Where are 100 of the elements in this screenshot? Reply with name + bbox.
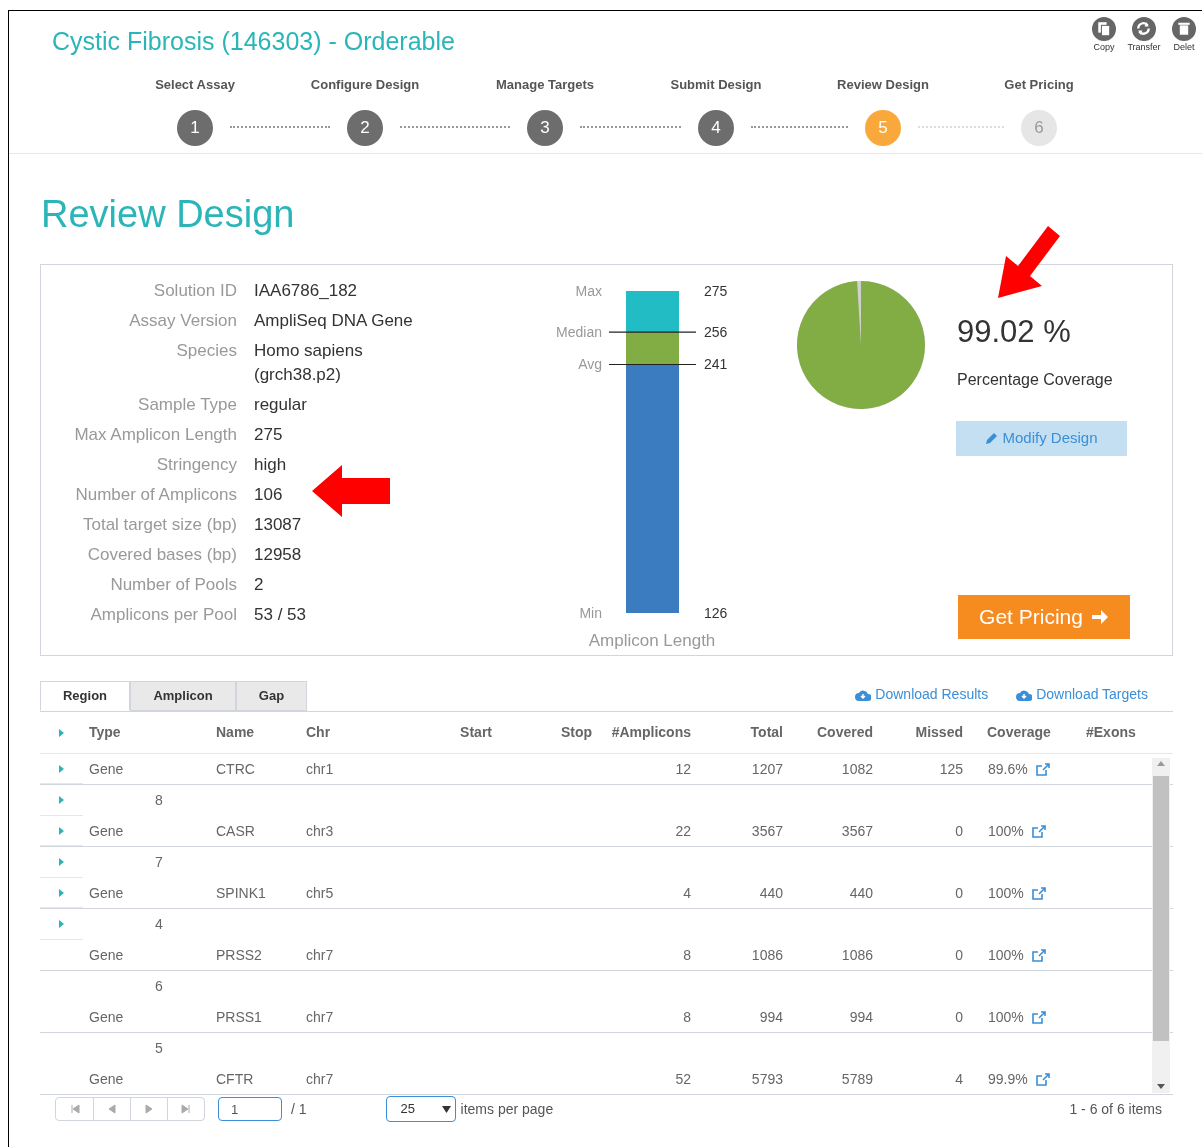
table-cell-text: chr7 [305,1007,335,1027]
expand-arrow-icon[interactable] [59,764,64,773]
page-size-dropdown[interactable]: 25 [385,1096,456,1122]
field-label: Assay Version [128,310,237,332]
external-link-icon[interactable] [1031,886,1046,900]
scrollbar[interactable] [1152,758,1170,1093]
table-cell-text: Gene [88,945,125,965]
external-link-icon[interactable] [1035,762,1050,776]
external-link-icon[interactable] [1035,1072,1050,1086]
dropdown-caret-icon [441,1105,451,1113]
expand-arrow-icon[interactable] [59,920,64,928]
field-label: Total target size (bp) [82,514,237,536]
expand-arrow-icon[interactable] [59,858,64,866]
step-label: Get Pricing [1004,76,1074,94]
pager-arrow-icon [107,1104,117,1114]
pointer-arrow-icon [998,226,1060,298]
column-header: #Exons [1085,723,1137,742]
pager-arrow-icon [144,1104,154,1114]
page-size-label: items per page [460,1099,554,1119]
table-cell-text: 1207 [750,759,784,779]
table-cell-text: CFTR [215,1069,255,1089]
field-value: AmpliSeq DNA Gene [254,310,413,332]
external-link-icon[interactable] [1031,948,1046,962]
toolbar-button[interactable]: Transfer [1126,17,1162,53]
arrow-right-icon [1090,608,1109,626]
toolbar-button[interactable]: Copy [1086,17,1122,53]
toolbar-button[interactable]: Delet [1166,17,1202,53]
column-header: #Amplicons [610,723,692,742]
table-cell-text: 1082 [840,759,874,779]
column-header: Total [749,723,784,742]
table-cell-text: SPINK1 [215,883,267,903]
table-cell-text: PRSS1 [215,1007,263,1027]
table-cell-text: 1086 [840,945,874,965]
table-cell-text: chr3 [305,821,335,841]
table-cell-text: 0 [954,1007,964,1027]
table-cell-text: 100% [988,945,1024,965]
pointer-arrow-icon [312,465,390,517]
expand-arrow-icon[interactable] [59,826,64,835]
table-cell-text: 1086 [750,945,784,965]
tab[interactable]: Gap [236,681,307,711]
table-cell-text: CASR [215,821,256,841]
table-cell-text: chr7 [305,1069,335,1089]
marker-value: 275 [704,283,728,299]
field-value: high [254,454,287,476]
page-count: / 1 [291,1099,307,1119]
table-cell-text: Gene [88,883,125,903]
external-link-icon[interactable] [1031,1010,1046,1024]
page-field[interactable]: 1 [218,1097,282,1121]
field-value: 12958 [254,544,302,566]
cloud-download-icon [1016,688,1033,701]
field-value: Homo sapiens (grch38.p2) [254,340,364,386]
step-label: Select Assay [155,76,235,94]
field-label: Species [175,340,237,362]
expand-arrow-icon[interactable] [59,728,64,737]
field-label: Stringency [155,454,237,476]
table-cell-text: 99.9% [988,1069,1028,1089]
coverage-caption: Percentage Coverage [957,370,1113,390]
field-value: 2 [254,574,264,596]
cloud-download-icon [855,688,872,701]
download-link[interactable]: Download Targets [1016,684,1148,705]
tab[interactable]: Amplicon [130,681,236,711]
table-cell-text: 8 [682,1007,692,1027]
marker-label: Min [579,605,602,621]
table-cell-text: chr5 [305,883,335,903]
download-link[interactable]: Download Results [855,684,989,705]
table-cell-text: 8 [154,791,164,810]
table-cell-text: 5789 [840,1069,874,1089]
table-cell-text: 4 [154,915,164,934]
column-header: Chr [305,723,332,742]
marker-label: Avg [578,356,602,373]
field-label: Covered bases (bp) [86,544,237,566]
table-cell-text: 100% [988,883,1024,903]
tab[interactable]: Region [40,681,130,711]
table-cell-text: 5793 [750,1069,784,1089]
table-cell-text: 52 [674,1069,692,1089]
table-cell-text: 6 [154,977,164,996]
table-cell-text: 4 [682,883,692,903]
external-link-icon[interactable] [1031,824,1046,838]
table-cell-text: 100% [988,1007,1024,1027]
column-header: Type [88,723,122,742]
field-value: 275 [254,424,283,446]
table-cell-text: chr7 [305,945,335,965]
column-header: Name [215,723,256,742]
expand-arrow-icon[interactable] [59,888,64,897]
marker-label: Max [575,283,602,299]
column-header: Missed [914,723,964,742]
table-cell-text: 440 [758,883,784,903]
table-cell-text: 3567 [840,821,874,841]
field-value: IAA6786_182 [254,280,358,302]
field-label: Sample Type [137,394,237,416]
table-cell-text: 0 [954,945,964,965]
field-value: 13087 [254,514,302,536]
table-cell-text: 0 [954,821,964,841]
table-cell-text: 4 [954,1069,964,1089]
field-label: Solution ID [152,280,237,302]
table-cell-text: Gene [88,1007,125,1027]
expand-arrow-icon[interactable] [59,796,64,804]
table-cell-text: Gene [88,759,125,779]
table-cell-text: 994 [758,1007,784,1027]
table-cell-text: 3567 [750,821,784,841]
